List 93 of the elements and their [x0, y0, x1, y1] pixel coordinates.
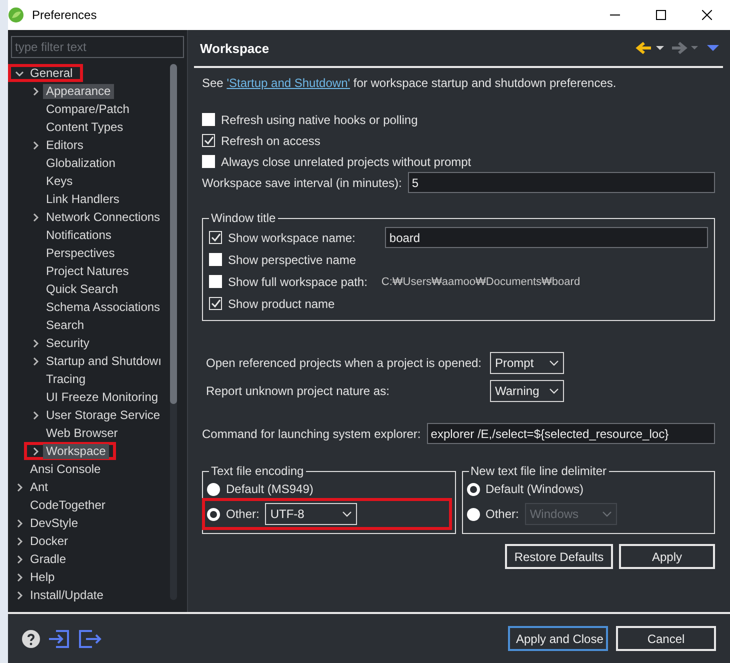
- option-label: Always close unrelated projects without prompt: [221, 154, 472, 168]
- back-arrow-icon[interactable]: [635, 41, 665, 55]
- radio-button[interactable]: [207, 482, 220, 496]
- field-label: Workspace save interval (in minutes):: [202, 176, 402, 190]
- field-label: Command for launching system explorer:: [202, 426, 421, 440]
- tree-item[interactable]: Docker: [27, 534, 72, 548]
- option-label: Refresh using native hooks or polling: [221, 112, 418, 126]
- tree-item[interactable]: Search: [43, 318, 88, 332]
- page-title: Workspace: [200, 40, 270, 56]
- dropdown[interactable]: Warning: [490, 380, 564, 402]
- page-button[interactable]: Apply: [619, 544, 715, 569]
- group-title: Window title: [210, 211, 277, 225]
- chevron-right-icon[interactable]: [14, 482, 24, 492]
- chevron-right-icon[interactable]: [30, 212, 40, 222]
- export-icon[interactable]: [78, 628, 102, 648]
- tree-item[interactable]: Quick Search: [43, 282, 122, 296]
- tree-item[interactable]: Link Handlers: [43, 192, 122, 206]
- import-icon[interactable]: [48, 628, 70, 648]
- help-icon[interactable]: [22, 630, 40, 648]
- startup-link[interactable]: 'Startup and Shutdown': [226, 76, 350, 90]
- tree-item[interactable]: Security: [43, 336, 92, 350]
- caret-icon: [549, 388, 559, 394]
- chevron-right-icon[interactable]: [30, 140, 40, 150]
- leaf-logo-icon: [8, 7, 24, 23]
- radio-label: Default (MS949): [226, 482, 314, 496]
- filter-field[interactable]: type filter text: [11, 36, 184, 58]
- tree-item[interactable]: Web Browser: [43, 426, 121, 440]
- tree-item[interactable]: User Storage Service: [43, 408, 164, 422]
- dropdown[interactable]: UTF-8: [265, 503, 358, 525]
- caret-icon: [602, 511, 612, 517]
- workspace-path: C:₩Users₩aamoo₩Documents₩board: [381, 276, 580, 288]
- check-icon: [204, 136, 214, 145]
- explorer-command-field[interactable]: explorer /E,/select=${selected_resource_loc}: [426, 423, 715, 444]
- dropdown[interactable]: Prompt: [490, 352, 564, 374]
- tree-item[interactable]: Perspectives: [43, 246, 118, 260]
- tree-item[interactable]: UI Freeze Monitoring: [43, 390, 162, 404]
- chevron-right-icon[interactable]: [30, 446, 40, 456]
- check-icon: [210, 233, 220, 242]
- tree-item[interactable]: Workspace: [43, 444, 109, 458]
- tree-item[interactable]: General: [27, 66, 76, 80]
- tree-item[interactable]: Appearance: [43, 84, 114, 98]
- radio-button[interactable]: [466, 482, 480, 496]
- radio-label: Other:: [226, 507, 260, 521]
- tree-item[interactable]: Network Connections: [43, 210, 164, 224]
- workspace-name-field[interactable]: board: [385, 227, 708, 248]
- check-icon: [210, 299, 220, 308]
- checkbox[interactable]: [209, 231, 222, 244]
- field-label: Open referenced projects when a project is opened:: [206, 356, 483, 370]
- tree-item[interactable]: Gradle: [27, 552, 70, 566]
- option-label: Show full workspace path:: [228, 274, 368, 288]
- tree-item[interactable]: Notifications: [43, 228, 114, 242]
- forward-arrow-icon[interactable]: [671, 41, 701, 55]
- tree-item[interactable]: Content Types: [43, 120, 126, 134]
- option-label: Show product name: [228, 296, 335, 310]
- dialog-button[interactable]: Cancel: [616, 626, 716, 651]
- menu-triangle-icon[interactable]: [707, 44, 719, 52]
- field-label: Report unknown project nature as:: [206, 384, 390, 398]
- caret-icon: [342, 511, 352, 517]
- maximize-icon[interactable]: [656, 10, 666, 20]
- caret-icon: [549, 360, 559, 366]
- chevron-down-icon[interactable]: [14, 68, 24, 78]
- radio-label: Default (Windows): [486, 482, 584, 496]
- window-title: Preferences: [32, 8, 98, 22]
- tree-item[interactable]: Ant: [27, 480, 52, 494]
- radio-button[interactable]: [207, 508, 220, 520]
- option-label: Refresh on access: [221, 134, 320, 148]
- close-icon[interactable]: [702, 10, 712, 20]
- tree-item[interactable]: Tracing: [43, 372, 89, 386]
- tree-item[interactable]: Help: [27, 570, 58, 584]
- dialog-button[interactable]: Apply and Close: [508, 626, 608, 651]
- tree-item[interactable]: Editors: [43, 138, 86, 152]
- page-button[interactable]: Restore Defaults: [505, 544, 613, 569]
- tree-item[interactable]: Startup and Shutdowı: [43, 354, 164, 368]
- tree-item[interactable]: Keys: [43, 174, 76, 188]
- option-label: Show perspective name: [228, 252, 356, 266]
- chevron-right-icon[interactable]: [30, 410, 40, 420]
- intro-text: See 'Startup and Shutdown' for workspace startup and shutdown preferences.: [202, 76, 616, 90]
- tree-item[interactable]: Compare/Patch: [43, 102, 132, 116]
- chevron-right-icon[interactable]: [30, 86, 40, 96]
- checkbox[interactable]: [202, 134, 215, 147]
- group-title: New text file line delimiter: [470, 464, 608, 478]
- option-label: Show workspace name:: [228, 230, 356, 244]
- tree-item[interactable]: Project Natures: [43, 264, 132, 278]
- tree-item[interactable]: Install/Update: [27, 588, 106, 602]
- group-title: Text file encoding: [210, 464, 305, 478]
- tree-item[interactable]: Ansi Console: [27, 462, 104, 476]
- radio-label: Other:: [486, 507, 519, 521]
- tree-item[interactable]: CodeTogether: [27, 498, 108, 512]
- tree-item[interactable]: DevStyle: [27, 516, 82, 530]
- tree-item[interactable]: Globalization: [43, 156, 118, 170]
- checkbox[interactable]: [209, 297, 222, 310]
- interval-field[interactable]: 5: [408, 172, 715, 193]
- tree-item[interactable]: Schema Associations: [43, 300, 164, 314]
